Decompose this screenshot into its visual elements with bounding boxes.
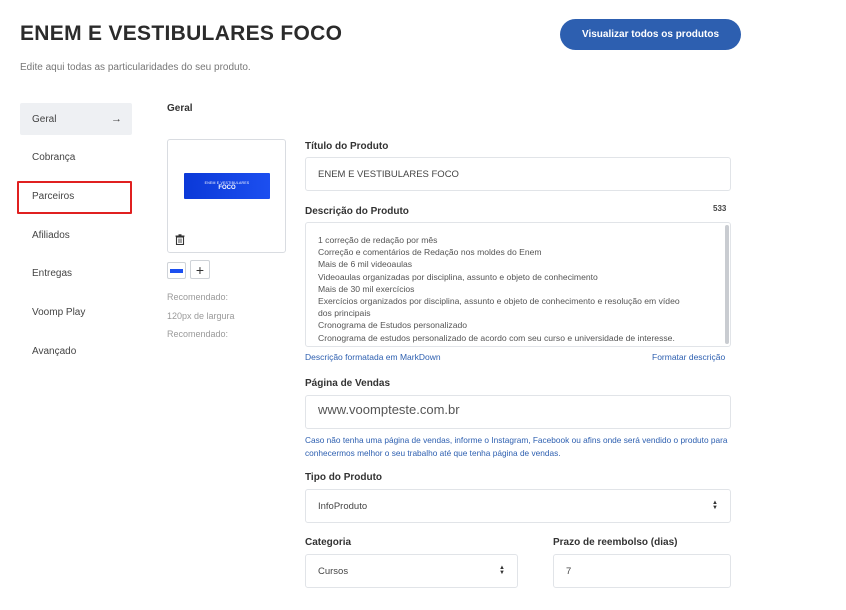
refund-label: Prazo de reembolso (dias) — [553, 537, 678, 548]
description-line: Mais de 6 mil videoaulas — [318, 259, 413, 270]
description-line: dos principais — [318, 308, 371, 319]
description-line: Cronograma de Estudos personalizado — [318, 320, 468, 331]
description-char-count: 533 — [713, 204, 727, 213]
settings-sidebar: Geral → Cobrança Parceiros Afiliados Ent… — [20, 103, 132, 374]
image-hint-recommended: Recomendado: — [167, 292, 229, 302]
sidebar-item-label: Entregas — [32, 268, 73, 280]
sidebar-item-entregas[interactable]: Entregas — [20, 258, 132, 290]
trash-icon[interactable] — [175, 234, 185, 245]
sales-page-label: Página de Vendas — [305, 378, 391, 389]
sidebar-item-label: Cobrança — [32, 152, 76, 164]
category-value: Cursos — [318, 565, 349, 577]
sidebar-item-label: Afiliados — [32, 229, 70, 241]
image-thumbnail[interactable] — [167, 262, 186, 279]
category-select[interactable]: Cursos ▲ ▼ — [305, 554, 518, 588]
sort-arrows-icon: ▲ ▼ — [712, 500, 718, 511]
view-all-products-button[interactable]: Visualizar todos os produtos — [560, 19, 741, 50]
description-content: 1 correção de redação por mês Correção e… — [318, 234, 713, 344]
sidebar-item-geral[interactable]: Geral → — [20, 103, 132, 135]
sidebar-item-voomp-play[interactable]: Voomp Play — [20, 296, 132, 328]
product-title-label: Título do Produto — [305, 141, 389, 152]
product-title-value: ENEM E VESTIBULARES FOCO — [318, 168, 459, 180]
sales-page-help: Caso não tenha uma página de vendas, inf… — [305, 435, 728, 458]
sidebar-item-label: Voomp Play — [32, 306, 86, 318]
description-line: Cronograma de estudos personalizado de a… — [318, 332, 675, 343]
sales-page-input[interactable]: www.voompteste.com.br — [305, 395, 731, 429]
section-title: Geral — [167, 103, 193, 114]
description-line: Exercícios organizados por disciplina, a… — [318, 296, 680, 307]
description-scrollbar[interactable] — [725, 225, 729, 344]
add-image-button[interactable]: + — [190, 260, 210, 279]
sidebar-item-label: Avançado — [32, 345, 77, 357]
parceiros-highlight-box — [17, 181, 132, 214]
image-hint-width: 120px de largura — [167, 311, 235, 321]
product-image-card[interactable]: ENEM E VESTIBULARES FOCO — [167, 139, 286, 253]
description-textarea[interactable]: 1 correção de redação por mês Correção e… — [305, 222, 731, 347]
description-line: Mais de 30 mil exercícios — [318, 283, 415, 294]
banner-big-text: FOCO — [218, 185, 236, 191]
description-label: Descrição do Produto — [305, 206, 409, 217]
product-type-value: InfoProduto — [318, 500, 368, 512]
page-subtitle: Edite aqui todas as particularidades do … — [20, 62, 251, 73]
product-banner-image: ENEM E VESTIBULARES FOCO — [184, 173, 270, 199]
description-line: 1 correção de redação por mês — [318, 235, 438, 245]
product-type-label: Tipo do Produto — [305, 472, 383, 483]
arrow-right-icon: → — [111, 113, 122, 125]
sidebar-item-label: Geral — [32, 113, 57, 125]
product-title-input[interactable]: ENEM E VESTIBULARES FOCO — [305, 157, 731, 191]
page-title: ENEM E VESTIBULARES FOCO — [20, 22, 343, 45]
description-line: Correção e comentários de Redação nos mo… — [318, 247, 542, 258]
image-hint-recommended-2: Recomendado: — [167, 329, 229, 339]
description-line: Videoaulas organizadas por disciplina, a… — [318, 271, 598, 282]
sidebar-item-cobranca[interactable]: Cobrança — [20, 142, 132, 174]
category-label: Categoria — [305, 537, 352, 548]
sidebar-item-avancado[interactable]: Avançado — [20, 335, 132, 367]
markdown-link[interactable]: Descrição formatada em MarkDown — [305, 352, 441, 362]
refund-days-value: 7 — [566, 565, 572, 577]
product-type-select[interactable]: InfoProduto ▲ ▼ — [305, 489, 731, 523]
format-description-link[interactable]: Formatar descrição — [652, 352, 725, 362]
refund-days-input[interactable]: 7 — [553, 554, 731, 588]
sales-page-value: www.voompteste.com.br — [318, 402, 460, 417]
sidebar-item-afiliados[interactable]: Afiliados — [20, 219, 132, 251]
sort-arrows-icon: ▲ ▼ — [499, 565, 505, 576]
